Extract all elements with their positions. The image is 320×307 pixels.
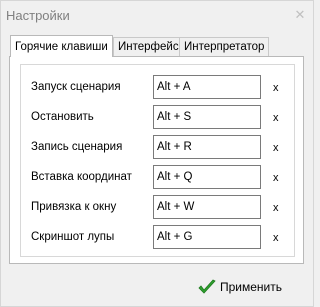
hotkey-row: Запись сценария Alt + R x	[21, 135, 294, 161]
hotkey-row: Вставка координат Alt + Q x	[21, 165, 294, 191]
hotkey-field[interactable]: Alt + Q	[153, 165, 261, 189]
tab-hotkeys[interactable]: Горячие клавиши	[10, 35, 113, 57]
hotkeys-panel: Запуск сценария Alt + A x Остановить Alt…	[9, 56, 304, 264]
hotkey-label: Запись сценария	[31, 141, 123, 153]
hotkey-row: Привязка к окну Alt + W x	[21, 195, 294, 221]
hotkey-row: Запуск сценария Alt + A x	[21, 75, 294, 101]
hotkey-label: Скриншот лупы	[31, 231, 115, 243]
hotkey-field[interactable]: Alt + A	[153, 75, 261, 99]
hotkey-row: Скриншот лупы Alt + G x	[21, 225, 294, 251]
close-icon[interactable]: ✕	[291, 7, 309, 23]
hotkey-field[interactable]: Alt + R	[153, 135, 261, 159]
title-bar: Настройки ✕	[1, 1, 313, 31]
clear-hotkey-button[interactable]: x	[273, 232, 279, 244]
tab-interface[interactable]: Интерфейс	[113, 37, 184, 56]
hotkey-field[interactable]: Alt + S	[153, 105, 261, 129]
window-title: Настройки	[6, 8, 70, 23]
hotkey-label: Вставка координат	[31, 171, 132, 183]
hotkey-row: Остановить Alt + S x	[21, 105, 294, 131]
clear-hotkey-button[interactable]: x	[273, 172, 279, 184]
hotkey-field[interactable]: Alt + W	[153, 195, 261, 219]
tab-hotkeys-label: Горячие клавиши	[15, 41, 108, 53]
clear-hotkey-button[interactable]: x	[273, 82, 279, 94]
clear-hotkey-button[interactable]: x	[273, 142, 279, 154]
clear-hotkey-button[interactable]: x	[273, 112, 279, 124]
hotkey-label: Запуск сценария	[31, 81, 121, 93]
apply-button[interactable]: Применить	[198, 277, 293, 297]
hotkeys-group: Запуск сценария Alt + A x Остановить Alt…	[20, 64, 295, 257]
tab-interpreter[interactable]: Интерпретатор	[179, 37, 270, 56]
settings-window: Настройки ✕ Горячие клавиши Интерфейс Ин…	[0, 0, 314, 307]
clear-hotkey-button[interactable]: x	[273, 202, 279, 214]
hotkey-label: Остановить	[31, 111, 94, 123]
hotkey-field[interactable]: Alt + G	[153, 225, 261, 249]
hotkey-label: Привязка к окну	[31, 201, 117, 213]
tab-interpreter-label: Интерпретатор	[184, 41, 265, 53]
checkmark-icon	[198, 279, 216, 294]
tab-interface-label: Интерфейс	[118, 41, 179, 53]
apply-label: Применить	[220, 280, 283, 294]
